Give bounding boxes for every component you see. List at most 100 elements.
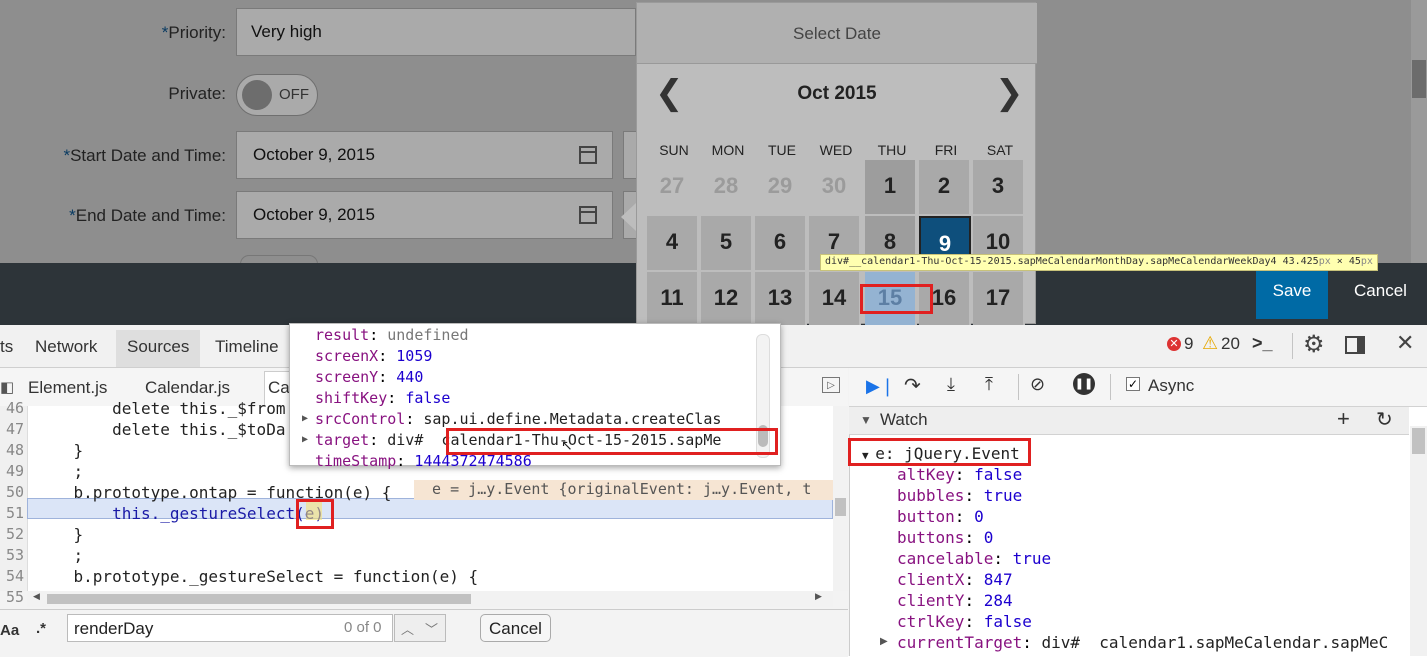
refresh-watch-icon[interactable]: ↻ — [1376, 407, 1393, 432]
find-prev-icon[interactable]: ︿ — [401, 619, 414, 638]
calendar-day[interactable]: 29 — [755, 160, 807, 214]
tab-sources[interactable]: Sources — [127, 337, 189, 357]
deactivate-breakpoints-icon[interactable]: ⊘ — [1030, 374, 1045, 395]
editor-vscrollbar[interactable] — [833, 406, 848, 591]
tab-elements-partial[interactable]: ts — [0, 337, 13, 357]
line-number[interactable]: 52 — [0, 525, 24, 543]
calendar-day[interactable]: 2 — [919, 160, 971, 214]
popover-property[interactable]: result: undefined — [315, 326, 469, 344]
calendar-day[interactable]: 1 — [865, 160, 917, 214]
watch-property[interactable]: clientX: 847 — [897, 570, 1013, 589]
error-icon[interactable]: ✕ — [1167, 337, 1181, 351]
popover-property[interactable]: screenX: 1059 — [315, 347, 432, 365]
async-checkbox[interactable]: ✓ — [1126, 377, 1140, 391]
editor-hscrollbar[interactable]: ◀ ▶ — [27, 591, 833, 607]
scroll-thumb[interactable] — [1412, 60, 1426, 98]
watch-property[interactable]: clientY: 284 — [897, 591, 1013, 610]
file-tab-element[interactable]: Element.js — [28, 378, 107, 398]
calendar-day[interactable]: 27 — [647, 160, 699, 214]
scroll-thumb[interactable] — [1412, 428, 1425, 454]
scroll-thumb[interactable] — [47, 594, 471, 604]
calendar-day[interactable]: 11 — [647, 272, 699, 326]
code-line[interactable]: this._gestureSelect(e) — [35, 504, 324, 523]
app-scrollbar[interactable] — [1411, 0, 1427, 263]
resume-icon[interactable]: ▶❘ — [866, 376, 895, 397]
find-next-icon[interactable]: ﹀ — [425, 619, 438, 638]
regex-toggle[interactable]: .* — [36, 620, 46, 637]
expand-triangle-icon[interactable]: ▶ — [302, 413, 308, 424]
line-number[interactable]: 50 — [0, 483, 24, 501]
line-number[interactable]: 54 — [0, 567, 24, 585]
priority-field[interactable]: Very high — [236, 8, 636, 56]
code-line[interactable]: ; — [35, 462, 84, 481]
scroll-thumb[interactable] — [835, 498, 846, 516]
code-line[interactable]: b.prototype._gestureSelect = function(e)… — [35, 567, 479, 586]
calendar-day[interactable]: 3 — [973, 160, 1025, 214]
error-count[interactable]: 9 — [1184, 334, 1193, 354]
calendar-day[interactable]: 14 — [809, 272, 861, 326]
watch-section-header[interactable] — [849, 407, 1409, 435]
calendar-day[interactable]: 12 — [701, 272, 753, 326]
calendar-day[interactable]: 13 — [755, 272, 807, 326]
watch-property[interactable]: cancelable: true — [897, 549, 1051, 568]
expand-triangle-icon[interactable]: ▼ — [862, 449, 875, 462]
sidebar-scrollbar[interactable] — [1410, 426, 1427, 656]
step-over-icon[interactable]: ↷ — [904, 373, 921, 398]
line-number[interactable]: 51 — [0, 504, 24, 522]
tab-network[interactable]: Network — [35, 337, 97, 357]
watch-root[interactable]: ▼ e: jQuery.Event — [862, 444, 1020, 463]
scroll-right-icon[interactable]: ▶ — [815, 591, 822, 602]
calendar-day[interactable]: 28 — [701, 160, 753, 214]
tab-timeline[interactable]: Timeline — [215, 337, 279, 357]
watch-property[interactable]: buttons: 0 — [897, 528, 993, 547]
file-tab-calendar[interactable]: Calendar.js — [145, 378, 230, 398]
sidebar-toggle-icon[interactable]: ▷ — [822, 377, 840, 393]
expand-triangle-icon[interactable]: ▶ — [302, 434, 308, 445]
line-number[interactable]: 53 — [0, 546, 24, 564]
close-icon[interactable]: ✕ — [1396, 330, 1414, 356]
cancel-button[interactable]: Cancel — [1338, 263, 1423, 319]
line-number[interactable]: 48 — [0, 441, 24, 459]
line-number[interactable]: 49 — [0, 462, 24, 480]
scroll-left-icon[interactable]: ◀ — [33, 591, 40, 602]
watch-property[interactable]: altKey: false — [897, 465, 1022, 484]
code-line[interactable]: b.prototype.ontap = function(e) { — [35, 483, 392, 502]
match-case-toggle[interactable]: Aa — [0, 622, 19, 639]
add-watch-icon[interactable]: + — [1337, 406, 1350, 432]
console-drawer-icon[interactable]: >_ — [1252, 333, 1273, 354]
start-date-field[interactable]: October 9, 2015 — [236, 131, 613, 179]
calendar-day[interactable]: 4 — [647, 216, 699, 270]
line-number[interactable]: 46 — [0, 399, 24, 417]
watch-property[interactable]: ctrlKey: false — [897, 612, 1032, 631]
step-into-icon[interactable]: ⤓ — [947, 374, 955, 395]
expand-triangle-icon[interactable]: ▶ — [880, 636, 888, 647]
code-line[interactable]: delete this._$from — [35, 399, 285, 418]
pause-on-exceptions-icon[interactable]: ❚❚ — [1073, 373, 1095, 395]
step-out-icon[interactable]: ⤒ — [985, 374, 993, 395]
code-line[interactable]: } — [35, 525, 84, 544]
watch-property[interactable]: bubbles: true — [897, 486, 1022, 505]
warning-icon[interactable]: ⚠ — [1202, 333, 1218, 354]
find-cancel-button[interactable]: Cancel — [480, 614, 551, 642]
dock-side-icon[interactable] — [1345, 336, 1365, 354]
save-button[interactable]: Save — [1256, 263, 1328, 319]
code-line[interactable]: delete this._$toDa — [35, 420, 285, 439]
end-date-field[interactable]: October 9, 2015 — [236, 191, 613, 239]
popover-property[interactable]: screenY: 440 — [315, 368, 423, 386]
collapse-triangle-icon[interactable]: ▼ — [860, 413, 872, 427]
code-line[interactable]: } — [35, 441, 84, 460]
gear-icon[interactable]: ⚙ — [1303, 330, 1325, 359]
navigator-toggle-icon[interactable]: ◧ — [0, 378, 14, 396]
calendar-day[interactable]: 5 — [701, 216, 753, 270]
watch-property[interactable]: button: 0 — [897, 507, 984, 526]
line-number[interactable]: 55 — [0, 588, 24, 606]
code-line[interactable]: ; — [35, 546, 84, 565]
calendar-icon[interactable] — [579, 146, 597, 164]
calendar-icon[interactable] — [579, 206, 597, 224]
warning-count[interactable]: 20 — [1221, 334, 1240, 354]
popover-property[interactable]: shiftKey: false — [315, 389, 450, 407]
private-toggle[interactable]: OFF — [236, 74, 318, 116]
calendar-day[interactable]: 30 — [809, 160, 861, 214]
calendar-day[interactable]: 17 — [973, 272, 1025, 326]
calendar-day[interactable]: 6 — [755, 216, 807, 270]
